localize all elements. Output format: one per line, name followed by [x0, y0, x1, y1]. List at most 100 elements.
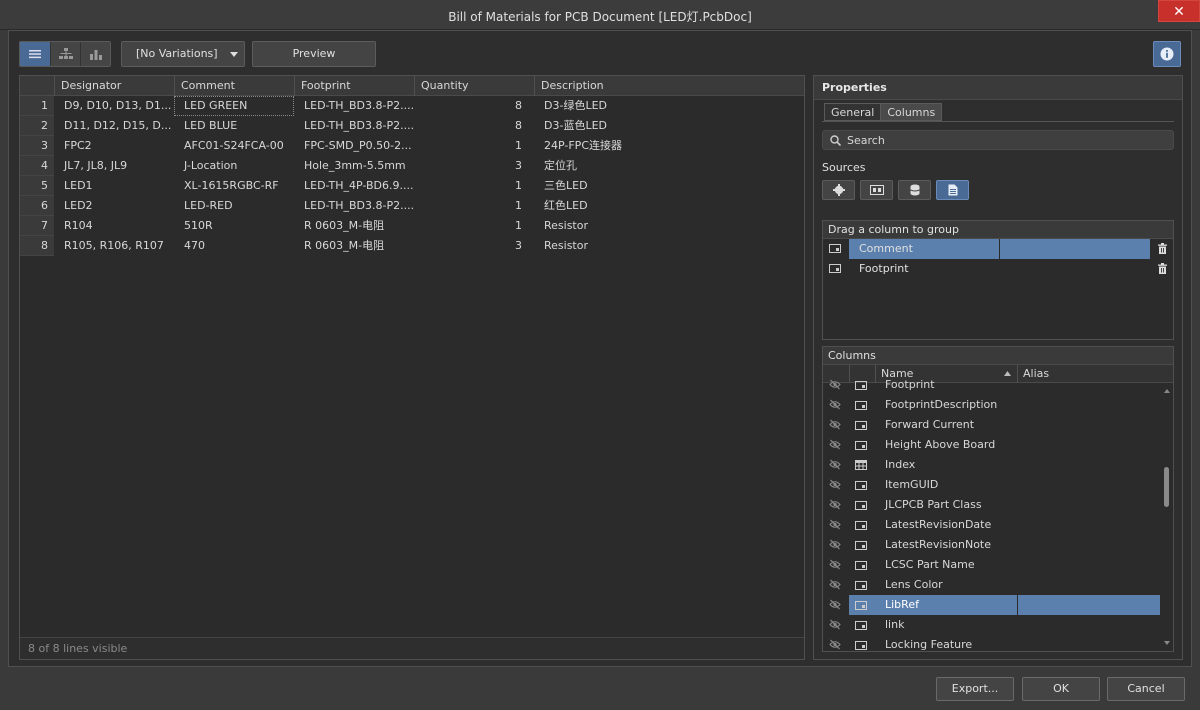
cell-comment[interactable]: AFC01-S24FCA-00 — [174, 136, 294, 156]
hidden-eye-icon[interactable] — [829, 439, 841, 450]
cell-description[interactable]: Resistor — [534, 216, 804, 236]
hidden-eye-icon[interactable] — [829, 459, 841, 470]
table-row[interactable]: 7 R104 510R R 0603_M-电阻 1 Resistor — [20, 216, 804, 236]
close-button[interactable]: ✕ — [1158, 0, 1200, 22]
source-pcb-button[interactable] — [860, 180, 893, 200]
cell-designator[interactable]: LED2 — [54, 196, 174, 216]
cell-description[interactable]: Resistor — [534, 236, 804, 256]
info-button[interactable] — [1153, 41, 1181, 67]
hidden-eye-icon[interactable] — [829, 399, 841, 410]
flat-view-button[interactable] — [20, 42, 50, 66]
column-alias[interactable] — [1018, 375, 1160, 395]
preview-button[interactable]: Preview — [252, 41, 376, 67]
cell-comment[interactable]: XL-1615RGBC-RF — [174, 176, 294, 196]
column-alias[interactable] — [1018, 555, 1160, 575]
trash-icon[interactable] — [1158, 243, 1167, 254]
cell-comment[interactable]: 510R — [174, 216, 294, 236]
cell-comment[interactable]: LED-RED — [174, 196, 294, 216]
column-header-description[interactable]: Description — [534, 76, 804, 96]
column-alias[interactable] — [1018, 635, 1160, 651]
column-row[interactable]: Height Above Board — [823, 435, 1161, 455]
column-row[interactable]: Footprint — [823, 375, 1161, 395]
column-row[interactable]: LCSC Part Name — [823, 555, 1161, 575]
source-components-button[interactable] — [822, 180, 855, 200]
column-alias[interactable] — [1018, 575, 1160, 595]
scroll-up-icon[interactable] — [1164, 389, 1170, 393]
cell-footprint[interactable]: R 0603_M-电阻 — [294, 236, 414, 256]
tab-columns[interactable]: Columns — [881, 103, 943, 121]
hidden-eye-icon[interactable] — [829, 639, 841, 650]
cell-description[interactable]: D3-绿色LED — [534, 96, 804, 116]
group-item-footprint[interactable]: Footprint — [823, 259, 1173, 279]
column-alias[interactable] — [1018, 395, 1160, 415]
hidden-eye-icon[interactable] — [829, 579, 841, 590]
scrollbar-thumb[interactable] — [1164, 467, 1169, 507]
column-alias[interactable] — [1018, 415, 1160, 435]
cell-footprint[interactable]: LED-TH_BD3.8-P2.... — [294, 196, 414, 216]
column-row[interactable]: Lens Color — [823, 575, 1161, 595]
cell-description[interactable]: 定位孔 — [534, 156, 804, 176]
source-database-button[interactable] — [898, 180, 931, 200]
column-header-comment[interactable]: Comment — [174, 76, 294, 96]
cell-comment[interactable]: LED BLUE — [174, 116, 294, 136]
column-alias[interactable] — [1018, 535, 1160, 555]
column-row[interactable]: link — [823, 615, 1161, 635]
hidden-eye-icon[interactable] — [829, 559, 841, 570]
cell-footprint[interactable]: R 0603_M-电阻 — [294, 216, 414, 236]
column-alias[interactable] — [1018, 475, 1160, 495]
tab-general[interactable]: General — [824, 103, 882, 121]
table-row[interactable]: 2 D11, D12, D15, D... LED BLUE LED-TH_BD3.8… — [20, 116, 804, 136]
cell-quantity[interactable]: 8 — [414, 96, 534, 116]
cell-quantity[interactable]: 1 — [414, 176, 534, 196]
cell-description[interactable]: 三色LED — [534, 176, 804, 196]
cell-comment[interactable]: J-Location — [174, 156, 294, 176]
hidden-eye-icon[interactable] — [829, 539, 841, 550]
cell-quantity[interactable]: 1 — [414, 196, 534, 216]
variations-dropdown[interactable]: [No Variations] — [121, 41, 245, 67]
table-row[interactable]: 6 LED2 LED-RED LED-TH_BD3.8-P2.... 1 红色LED — [20, 196, 804, 216]
export-button[interactable]: Export... — [936, 677, 1014, 701]
cell-description[interactable]: 24P-FPC连接器 — [534, 136, 804, 156]
hidden-eye-icon[interactable] — [829, 599, 841, 610]
cell-comment[interactable]: LED GREEN — [174, 96, 294, 116]
scroll-down-icon[interactable] — [1164, 641, 1170, 645]
cell-description[interactable]: 红色LED — [534, 196, 804, 216]
table-row[interactable]: 3 FPC2 AFC01-S24FCA-00 FPC-SMD_P0.50-2... 1 2… — [20, 136, 804, 156]
hidden-eye-icon[interactable] — [829, 619, 841, 630]
table-row[interactable]: 8 R105, R106, R107 470 R 0603_M-电阻 3 Resistor — [20, 236, 804, 256]
cell-designator[interactable]: LED1 — [54, 176, 174, 196]
cell-designator[interactable]: JL7, JL8, JL9 — [54, 156, 174, 176]
column-header-designator[interactable]: Designator — [54, 76, 174, 96]
cancel-button[interactable]: Cancel — [1107, 677, 1185, 701]
cell-quantity[interactable]: 3 — [414, 236, 534, 256]
column-alias[interactable] — [1018, 455, 1160, 475]
column-row[interactable]: Locking Feature — [823, 635, 1161, 651]
table-row[interactable]: 4 JL7, JL8, JL9 J-Location Hole_3mm-5.5mm 3 定… — [20, 156, 804, 176]
chart-view-button[interactable] — [80, 42, 110, 66]
table-row[interactable]: 1 D9, D10, D13, D1... LED GREEN LED-TH_BD3.… — [20, 96, 804, 116]
cell-quantity[interactable]: 1 — [414, 136, 534, 156]
cell-designator[interactable]: FPC2 — [54, 136, 174, 156]
hidden-eye-icon[interactable] — [829, 519, 841, 530]
column-alias[interactable] — [1018, 435, 1160, 455]
column-header-footprint[interactable]: Footprint — [294, 76, 414, 96]
cell-quantity[interactable]: 8 — [414, 116, 534, 136]
cell-footprint[interactable]: LED-TH_BD3.8-P2.... — [294, 116, 414, 136]
cell-designator[interactable]: D11, D12, D15, D... — [54, 116, 174, 136]
cell-quantity[interactable]: 1 — [414, 216, 534, 236]
column-row[interactable]: LibRef — [823, 595, 1161, 615]
source-document-button[interactable] — [936, 180, 969, 200]
hidden-eye-icon[interactable] — [829, 379, 841, 390]
cell-designator[interactable]: R105, R106, R107 — [54, 236, 174, 256]
column-alias[interactable] — [1018, 495, 1160, 515]
column-row[interactable]: LatestRevisionNote — [823, 535, 1161, 555]
cell-quantity[interactable]: 3 — [414, 156, 534, 176]
column-alias[interactable] — [1018, 615, 1160, 635]
base-view-button[interactable] — [50, 42, 80, 66]
cell-description[interactable]: D3-蓝色LED — [534, 116, 804, 136]
column-row[interactable]: ItemGUID — [823, 475, 1161, 495]
cell-comment[interactable]: 470 — [174, 236, 294, 256]
hidden-eye-icon[interactable] — [829, 499, 841, 510]
column-alias[interactable] — [1018, 515, 1160, 535]
column-row[interactable]: Forward Current — [823, 415, 1161, 435]
